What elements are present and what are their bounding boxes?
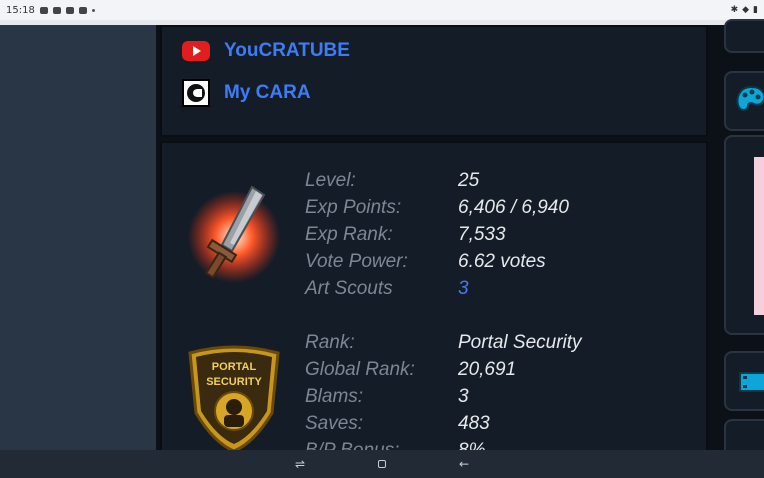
my-cara-label: My CARA <box>224 82 311 103</box>
stat-value: 6.62 votes <box>458 251 546 272</box>
stat-saves: Saves: 483 <box>305 413 490 435</box>
stat-value: 6,406 / 6,940 <box>458 197 569 218</box>
stat-key: Blams: <box>305 386 364 407</box>
palette-icon <box>736 85 764 111</box>
sword-level-icon <box>188 185 280 283</box>
stat-key: Exp Points: <box>305 197 402 218</box>
stat-art-scouts: Art Scouts 3 <box>305 278 469 300</box>
android-nav-bar: ⇌ ← <box>0 450 764 478</box>
stat-key: Exp Rank: <box>305 224 393 245</box>
youtube-icon <box>65 6 74 14</box>
stat-blams: Blams: 3 <box>305 386 469 408</box>
film-icon <box>739 372 764 392</box>
cara-icon <box>182 79 210 107</box>
dot-icon <box>91 8 95 12</box>
status-bar: 15:18 ✱ ◆ ▮ <box>0 0 764 20</box>
stat-key: Rank: <box>305 332 355 353</box>
stat-value: 483 <box>458 413 490 434</box>
art-scouts-link[interactable]: 3 <box>458 278 469 300</box>
battery-icon: ▮ <box>753 5 758 15</box>
stat-global-rank: Global Rank: 20,691 <box>305 359 516 381</box>
stat-key: Art Scouts <box>305 278 393 299</box>
wifi-icon: ◆ <box>742 5 750 15</box>
right-panel-top[interactable] <box>724 19 764 53</box>
right-sidebar <box>710 19 764 459</box>
media-icon <box>39 6 48 14</box>
youtube-icon <box>182 41 210 61</box>
stat-level: Level: 25 <box>305 170 479 192</box>
featured-art-thumbnail[interactable] <box>724 135 764 335</box>
my-cara-link[interactable]: My CARA <box>182 79 311 107</box>
recent-apps-icon[interactable]: ⇌ <box>290 457 310 471</box>
stat-value: 20,691 <box>458 359 517 380</box>
youtube-icon <box>78 6 87 14</box>
tiktok-icon <box>52 6 61 14</box>
status-time: 15:18 <box>6 4 35 16</box>
stat-key: Global Rank: <box>305 359 415 380</box>
art-image <box>754 157 764 315</box>
stat-rank: Rank: Portal Security <box>305 332 582 354</box>
movies-button[interactable] <box>724 351 764 411</box>
stat-value: 7,533 <box>458 224 506 245</box>
youcratube-link[interactable]: YouCRATUBE <box>182 40 350 62</box>
stats-card: Level: 25 Exp Points: 6,406 / 6,940 Exp … <box>160 141 708 461</box>
stat-key: Vote Power: <box>305 251 408 272</box>
stat-value: Portal Security <box>458 332 582 353</box>
left-sidebar <box>0 25 156 450</box>
stat-exp-rank: Exp Rank: 7,533 <box>305 224 506 246</box>
stat-key: Saves: <box>305 413 364 434</box>
main-content: YouCRATUBE My CARA Level: 25 Exp Points:… <box>156 25 710 461</box>
badge-line1: PORTAL <box>212 361 257 373</box>
badge-line2: SECURITY <box>206 376 262 388</box>
stat-exp-points: Exp Points: 6,406 / 6,940 <box>305 197 569 219</box>
home-icon[interactable] <box>372 457 392 471</box>
links-card: YouCRATUBE My CARA <box>160 25 708 137</box>
portal-security-badge-icon: PORTAL SECURITY <box>188 345 280 453</box>
stat-vote-power: Vote Power: 6.62 votes <box>305 251 546 273</box>
back-icon[interactable]: ← <box>454 457 474 471</box>
stat-value: 3 <box>458 386 469 407</box>
stat-value: 25 <box>458 170 480 191</box>
stat-key: Level: <box>305 170 356 191</box>
bluetooth-icon: ✱ <box>730 5 739 15</box>
youcratube-label: YouCRATUBE <box>224 40 350 61</box>
palette-button[interactable] <box>724 71 764 131</box>
